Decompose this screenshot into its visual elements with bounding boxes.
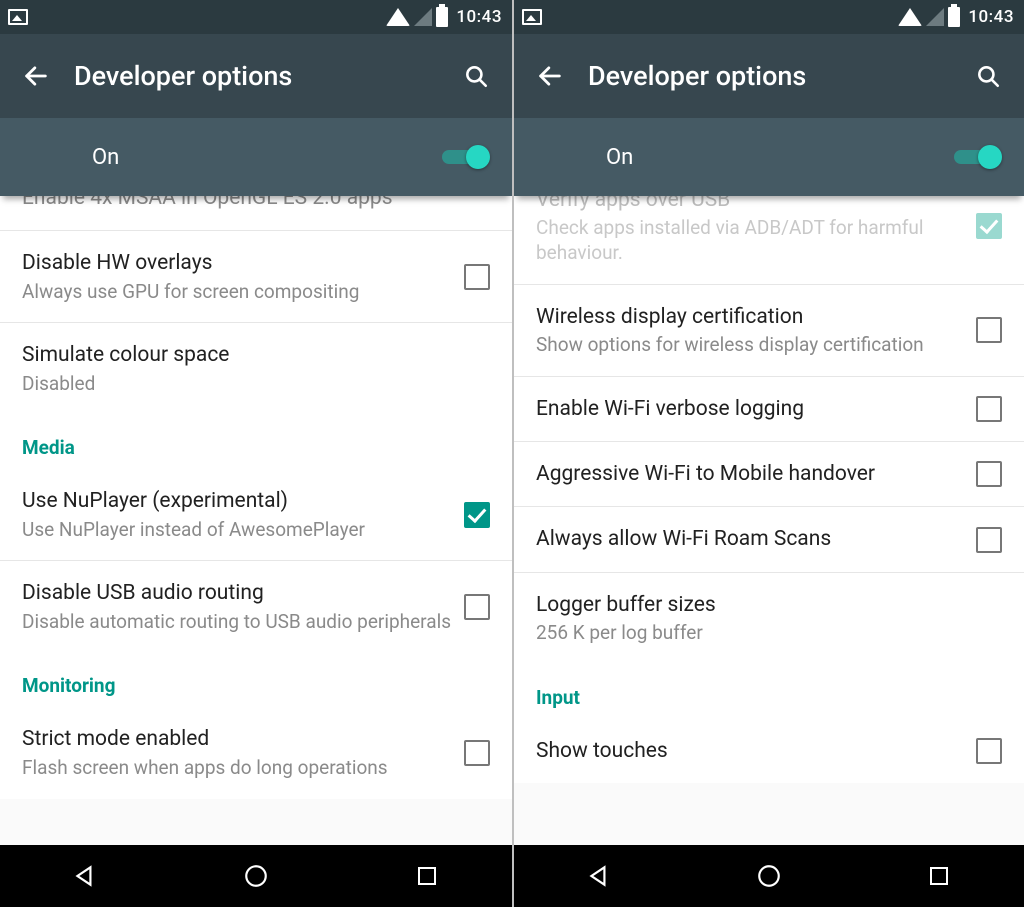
list-item-title: Simulate colour space — [22, 341, 478, 369]
checkbox[interactable] — [976, 317, 1002, 343]
right-screenshot: 10:43 Developer options On Verify apps o… — [512, 0, 1024, 907]
arrow-back-icon — [536, 62, 564, 90]
app-bar: Developer options — [514, 34, 1024, 118]
settings-list[interactable]: Verify apps over USB Check apps installe… — [514, 196, 1024, 845]
checkbox[interactable] — [464, 502, 490, 528]
status-clock: 10:43 — [456, 7, 502, 27]
search-button[interactable] — [968, 63, 1008, 89]
arrow-back-icon — [22, 62, 50, 90]
checkbox[interactable] — [976, 738, 1002, 764]
list-item-show-touches[interactable]: Show touches — [514, 719, 1024, 783]
checkbox[interactable] — [976, 396, 1002, 422]
app-bar: Developer options — [0, 34, 512, 118]
checkbox[interactable] — [976, 461, 1002, 487]
triangle-back-icon — [586, 863, 612, 889]
square-recents-icon — [927, 864, 951, 888]
list-item-sub: Disabled — [22, 372, 478, 397]
status-bar: 10:43 — [0, 0, 512, 34]
left-screenshot: 10:43 Developer options On Enable 4x MSA… — [0, 0, 512, 907]
list-item-msaa-cut[interactable]: Enable 4x MSAA in OpenGL ES 2.0 apps — [0, 196, 512, 230]
battery-icon — [436, 7, 448, 27]
navigation-bar — [514, 845, 1024, 907]
screenshot-notification-icon — [8, 9, 28, 25]
nav-home-button[interactable] — [729, 863, 809, 889]
list-item-sub: Show options for wireless display certif… — [536, 333, 964, 358]
list-item-strict-mode[interactable]: Strict mode enabled Flash screen when ap… — [0, 707, 512, 798]
wifi-icon — [386, 8, 410, 26]
nav-recents-button[interactable] — [387, 864, 467, 888]
appbar-title: Developer options — [588, 60, 968, 92]
list-item-sub: Disable automatic routing to USB audio p… — [22, 610, 452, 635]
nav-recents-button[interactable] — [899, 864, 979, 888]
checkbox — [976, 213, 1002, 239]
list-item-use-nuplayer[interactable]: Use NuPlayer (experimental) Use NuPlayer… — [0, 469, 512, 560]
search-icon — [975, 63, 1001, 89]
list-item-sub: Always use GPU for screen compositing — [22, 280, 452, 305]
settings-list[interactable]: Enable 4x MSAA in OpenGL ES 2.0 apps Dis… — [0, 196, 512, 845]
master-toggle-label: On — [92, 145, 119, 170]
wifi-icon — [898, 8, 922, 26]
back-button[interactable] — [16, 62, 56, 90]
nav-back-button[interactable] — [45, 863, 125, 889]
checkbox[interactable] — [464, 594, 490, 620]
checkbox[interactable] — [464, 264, 490, 290]
list-item-wifi-verbose-logging[interactable]: Enable Wi‑Fi verbose logging — [514, 377, 1024, 441]
list-item-sub: Use NuPlayer instead of AwesomePlayer — [22, 518, 452, 543]
navigation-bar — [0, 845, 512, 907]
battery-icon — [948, 7, 960, 27]
search-icon — [463, 63, 489, 89]
list-item-title: Disable USB audio routing — [22, 579, 452, 607]
back-button[interactable] — [530, 62, 570, 90]
list-item-title: Always allow Wi‑Fi Roam Scans — [536, 525, 964, 553]
section-header-monitoring: Monitoring — [0, 652, 512, 707]
list-item-verify-apps-usb: Verify apps over USB Check apps installe… — [514, 196, 1024, 284]
list-item-title: Disable HW overlays — [22, 249, 452, 277]
cell-signal-icon — [926, 8, 944, 26]
status-bar: 10:43 — [514, 0, 1024, 34]
list-item-disable-usb-audio[interactable]: Disable USB audio routing Disable automa… — [0, 561, 512, 652]
master-toggle-label: On — [606, 145, 633, 170]
checkbox[interactable] — [976, 527, 1002, 553]
circle-home-icon — [243, 863, 269, 889]
master-switch[interactable] — [954, 143, 1002, 171]
master-switch[interactable] — [442, 143, 490, 171]
list-item-sub: Enable 4x MSAA in OpenGL ES 2.0 apps — [22, 196, 478, 212]
list-item-wifi-roam-scans[interactable]: Always allow Wi‑Fi Roam Scans — [514, 507, 1024, 571]
list-item-title: Verify apps over USB — [536, 196, 964, 214]
section-header-input: Input — [514, 664, 1024, 719]
appbar-title: Developer options — [74, 60, 456, 92]
list-item-title: Strict mode enabled — [22, 725, 452, 753]
list-item-title: Logger buffer sizes — [536, 591, 990, 619]
master-toggle-row[interactable]: On — [514, 118, 1024, 196]
list-item-title: Aggressive Wi‑Fi to Mobile handover — [536, 460, 964, 488]
list-item-wireless-display-cert[interactable]: Wireless display certification Show opti… — [514, 285, 1024, 376]
list-item-title: Wireless display certification — [536, 303, 964, 331]
list-item-logger-buffer-sizes[interactable]: Logger buffer sizes 256 K per log buffer — [514, 573, 1024, 664]
list-item-sub: 256 K per log buffer — [536, 621, 990, 646]
list-item-sub: Flash screen when apps do long operation… — [22, 756, 452, 781]
list-item-sub: Check apps installed via ADB/ADT for har… — [536, 216, 964, 265]
nav-back-button[interactable] — [559, 863, 639, 889]
list-item-title: Show touches — [536, 737, 964, 765]
list-item-simulate-colour-space[interactable]: Simulate colour space Disabled — [0, 323, 512, 414]
triangle-back-icon — [72, 863, 98, 889]
list-item-title: Enable Wi‑Fi verbose logging — [536, 395, 964, 423]
circle-home-icon — [756, 863, 782, 889]
master-toggle-row[interactable]: On — [0, 118, 512, 196]
search-button[interactable] — [456, 63, 496, 89]
nav-home-button[interactable] — [216, 863, 296, 889]
screenshot-notification-icon — [522, 9, 542, 25]
list-item-aggressive-wifi-handover[interactable]: Aggressive Wi‑Fi to Mobile handover — [514, 442, 1024, 506]
cell-signal-icon — [414, 8, 432, 26]
checkbox[interactable] — [464, 740, 490, 766]
list-item-disable-hw-overlays[interactable]: Disable HW overlays Always use GPU for s… — [0, 231, 512, 322]
list-item-title: Use NuPlayer (experimental) — [22, 487, 452, 515]
square-recents-icon — [415, 864, 439, 888]
section-header-media: Media — [0, 414, 512, 469]
status-clock: 10:43 — [968, 7, 1014, 27]
